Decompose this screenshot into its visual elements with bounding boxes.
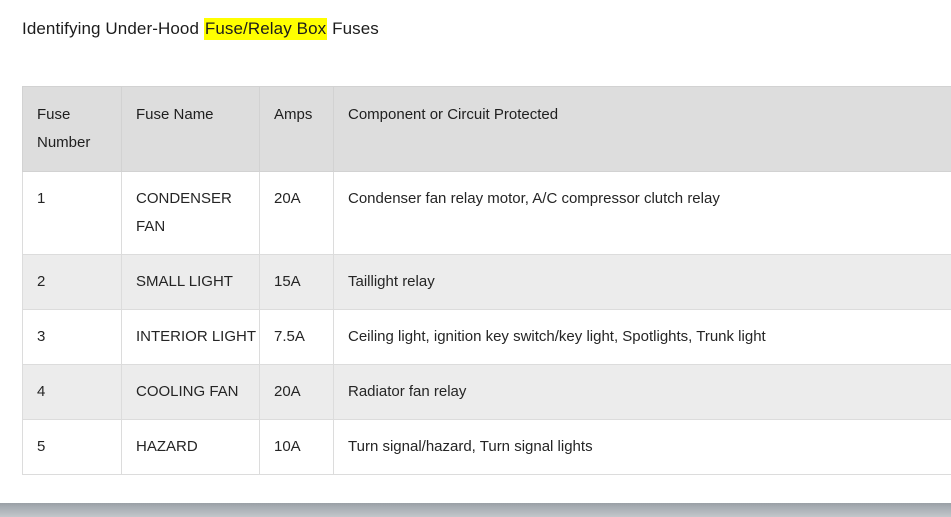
page-title-highlighted-term: Fuse/Relay Box [203, 18, 328, 40]
table-row: 5 HAZARD 10A Turn signal/hazard, Turn si… [22, 419, 951, 475]
column-header-amps: Amps [259, 86, 334, 172]
cell-component: Radiator fan relay [333, 364, 951, 420]
cell-amps: 20A [259, 364, 334, 420]
bottom-edge-bar [0, 503, 951, 517]
table-body: 1 CONDENSER FAN 20A Condenser fan relay … [22, 171, 951, 475]
cell-component: Ceiling light, ignition key switch/key l… [333, 309, 951, 365]
page-title-prefix: Identifying Under-Hood [22, 19, 204, 38]
cell-component: Taillight relay [333, 254, 951, 310]
table-row: 2 SMALL LIGHT 15A Taillight relay [22, 254, 951, 310]
cell-fuse-name: SMALL LIGHT [121, 254, 260, 310]
cell-amps: 7.5A [259, 309, 334, 365]
table-header-row: Fuse Number Fuse Name Amps Component or … [22, 86, 951, 172]
table-row: 1 CONDENSER FAN 20A Condenser fan relay … [22, 171, 951, 255]
cell-fuse-name: HAZARD [121, 419, 260, 475]
cell-component: Turn signal/hazard, Turn signal lights [333, 419, 951, 475]
column-header-fuse-name: Fuse Name [121, 86, 260, 172]
cell-fuse-number: 4 [22, 364, 122, 420]
fuse-table: Fuse Number Fuse Name Amps Component or … [22, 86, 951, 475]
cell-fuse-name: INTERIOR LIGHT [121, 309, 260, 365]
cell-amps: 10A [259, 419, 334, 475]
cell-amps: 20A [259, 171, 334, 255]
page-title: Identifying Under-Hood Fuse/Relay Box Fu… [22, 17, 379, 41]
fuse-table-container: Fuse Number Fuse Name Amps Component or … [22, 86, 951, 475]
column-header-fuse-number: Fuse Number [22, 86, 122, 172]
table-header: Fuse Number Fuse Name Amps Component or … [22, 86, 951, 172]
table-row: 4 COOLING FAN 20A Radiator fan relay [22, 364, 951, 420]
page-title-suffix: Fuses [327, 19, 379, 38]
cell-component: Condenser fan relay motor, A/C compresso… [333, 171, 951, 255]
cell-amps: 15A [259, 254, 334, 310]
cell-fuse-name: CONDENSER FAN [121, 171, 260, 255]
cell-fuse-name: COOLING FAN [121, 364, 260, 420]
cell-fuse-number: 3 [22, 309, 122, 365]
cell-fuse-number: 5 [22, 419, 122, 475]
column-header-component: Component or Circuit Protected [333, 86, 951, 172]
document-page: Identifying Under-Hood Fuse/Relay Box Fu… [0, 0, 951, 517]
cell-fuse-number: 2 [22, 254, 122, 310]
cell-fuse-number: 1 [22, 171, 122, 255]
table-row: 3 INTERIOR LIGHT 7.5A Ceiling light, ign… [22, 309, 951, 365]
